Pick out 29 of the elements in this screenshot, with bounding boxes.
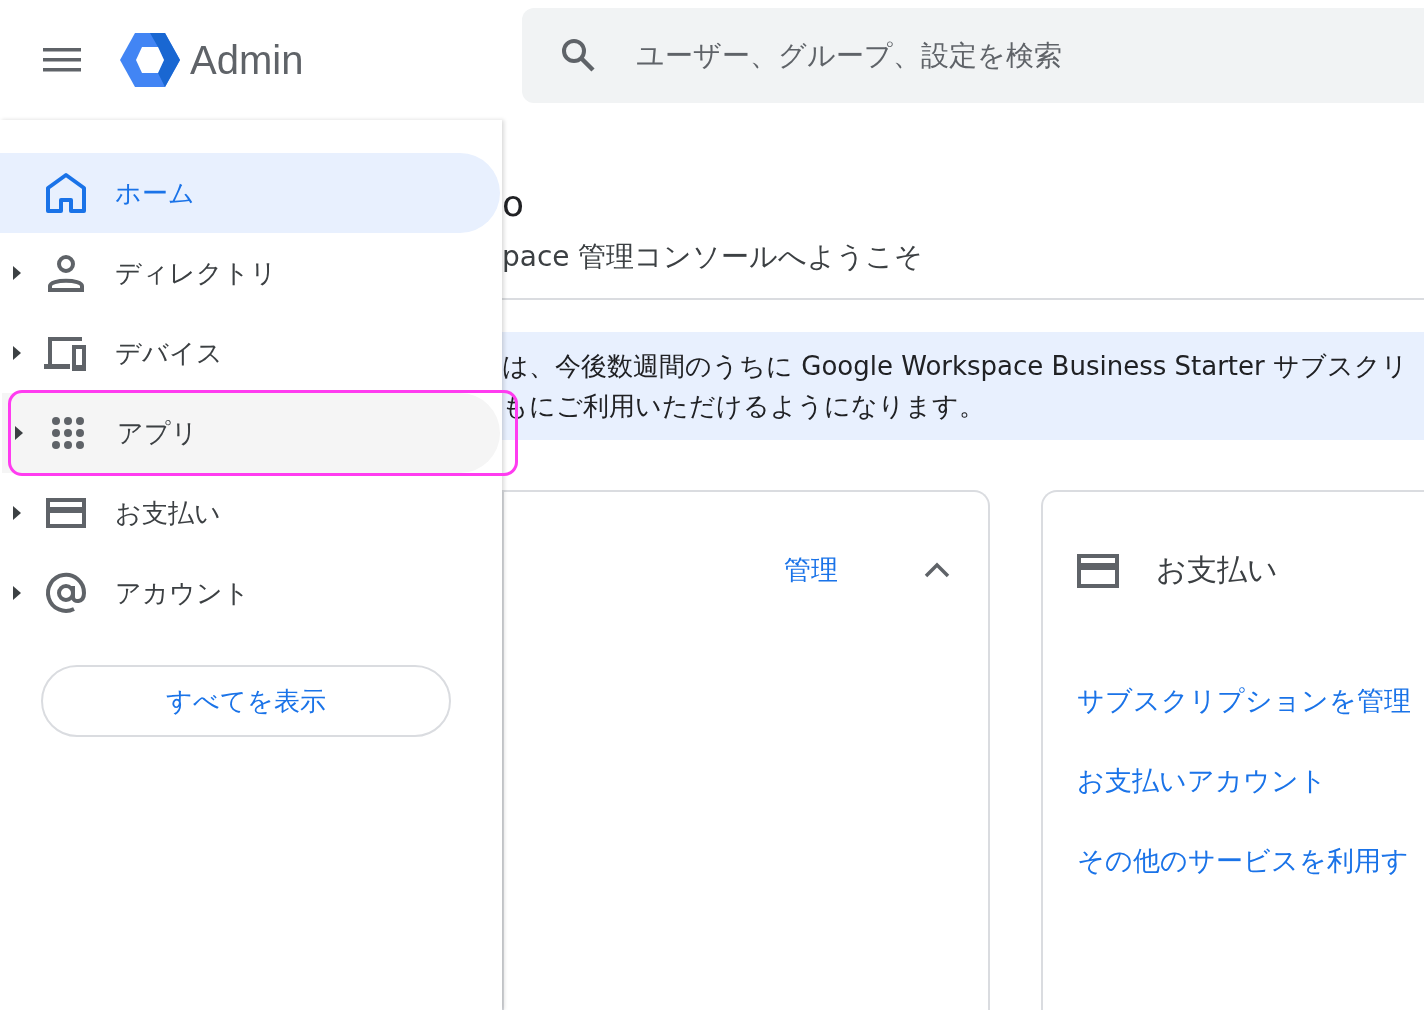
home-icon <box>44 171 88 215</box>
app-name: Admin <box>190 37 304 83</box>
nav-item[interactable]: デバイス <box>0 313 498 393</box>
expand-caret-icon[interactable] <box>12 266 22 280</box>
search-icon <box>560 37 596 73</box>
billing-link[interactable]: その他のサービスを利用す <box>1077 843 1424 879</box>
nav-item[interactable]: ディレクトリ <box>0 233 498 313</box>
expand-caret-icon[interactable] <box>12 506 22 520</box>
chevron-up-icon[interactable] <box>924 562 950 578</box>
manage-link[interactable]: 管理 <box>784 552 838 588</box>
billing-link[interactable]: サブスクリプションを管理 <box>1077 683 1424 719</box>
notice-text: は、今後数週間のうちに Google Workspace Business Starter サブスクリ <box>502 349 1409 382</box>
card-title: お支払い <box>1156 551 1278 589</box>
logo-icon <box>120 33 180 87</box>
expand-caret-icon[interactable] <box>12 346 22 360</box>
search-bar[interactable]: ユーザー、グループ、設定を検索 <box>522 7 1424 103</box>
nav-item[interactable]: ホーム <box>0 153 500 233</box>
nav-item[interactable]: お支払い <box>0 473 498 553</box>
greeting-heading: o <box>502 182 526 226</box>
show-all-button[interactable]: すべてを表示 <box>41 665 451 737</box>
at-sign-icon <box>44 571 88 615</box>
search-field[interactable]: ユーザー、グループ、設定を検索 <box>634 37 1424 73</box>
billing-link[interactable]: お支払いアカウント <box>1077 763 1424 799</box>
menu-icon[interactable] <box>43 48 81 72</box>
nav-item[interactable]: アカウント <box>0 553 498 633</box>
welcome-subtitle: pace 管理コンソールへようこそ <box>502 239 925 275</box>
expand-caret-icon[interactable] <box>14 426 24 440</box>
expand-caret-icon[interactable] <box>12 586 22 600</box>
card-icon <box>1077 553 1119 588</box>
